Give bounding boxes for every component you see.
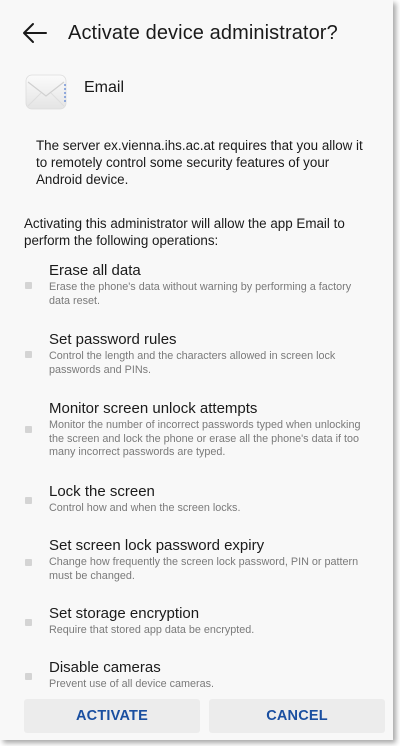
permission-description: Control how and when the screen locks.: [49, 502, 241, 514]
bullet-icon: [25, 351, 32, 358]
permission-title: Set password rules: [49, 331, 177, 348]
cancel-button[interactable]: CANCEL: [209, 699, 385, 733]
app-name: Email: [84, 79, 125, 96]
app-info: Email: [24, 70, 124, 114]
page-title: Activate device administrator?: [68, 22, 338, 44]
permission-title: Lock the screen: [49, 483, 155, 500]
bullet-icon: [25, 497, 32, 504]
intro-text: Activating this administrator will allow…: [24, 216, 345, 248]
app-bar: Activate device administrator?: [0, 0, 393, 66]
bullet-icon: [25, 673, 32, 680]
permission-description: Change how frequently the screen lock pa…: [49, 556, 359, 582]
server-warning-text: The server ex.vienna.ihs.ac.at requires …: [36, 138, 363, 187]
permission-title: Erase all data: [49, 262, 141, 279]
permission-description: Require that stored app data be encrypte…: [49, 624, 255, 636]
permission-description: Erase the phone's data without warning b…: [49, 281, 352, 307]
permission-title: Monitor screen unlock attempts: [49, 400, 258, 417]
button-bar: ACTIVATE CANCEL: [0, 690, 393, 740]
email-envelope-icon: [25, 74, 67, 110]
permission-title: Set storage encryption: [49, 605, 200, 622]
dialog-screen: Activate device administrator? Email The…: [0, 0, 393, 740]
permission-title: Disable cameras: [49, 659, 161, 676]
arrow-left-icon[interactable]: [22, 20, 48, 46]
activate-button[interactable]: ACTIVATE: [24, 699, 200, 733]
bullet-icon: [25, 559, 32, 566]
bullet-icon: [25, 426, 32, 433]
permission-title: Set screen lock password expiry: [49, 537, 265, 554]
permission-description: Monitor the number of incorrect password…: [49, 419, 361, 459]
bullet-icon: [25, 282, 32, 289]
bullet-icon: [25, 619, 32, 626]
permission-description: Control the length and the characters al…: [49, 350, 336, 376]
